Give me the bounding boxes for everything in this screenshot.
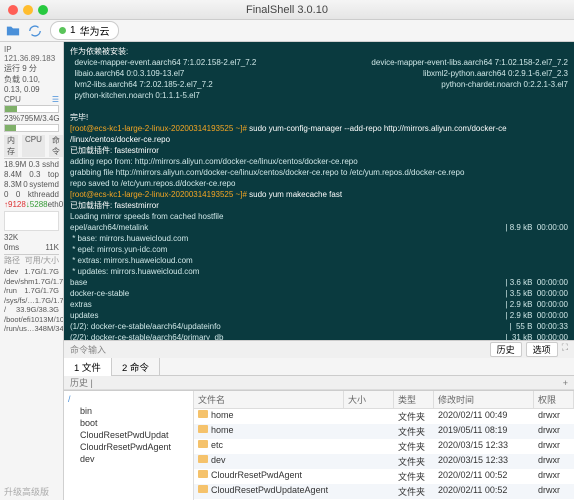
file-row[interactable]: home文件夹2019/05/11 08:19drwxr bbox=[194, 424, 574, 439]
path-row: /sys/fs/…1.7G/1.7G bbox=[4, 296, 59, 305]
net-dn: ↓5288 bbox=[26, 200, 48, 209]
net-if: eth0 bbox=[48, 200, 64, 209]
col-perm[interactable]: 权限 bbox=[534, 391, 574, 408]
path-row: /dev1.7G/1.7G bbox=[4, 267, 59, 276]
terminal-bar: 命令输入 历史 选项 ⛶ bbox=[64, 340, 574, 358]
tree-item[interactable]: / bbox=[66, 393, 191, 405]
path-row: /33.9G/38.3G bbox=[4, 305, 59, 314]
proc-row: 8.4M0.3top bbox=[4, 170, 59, 179]
file-row[interactable]: CloudrResetPwdAgent文件夹2020/02/11 00:52dr… bbox=[194, 469, 574, 484]
tab-commands[interactable]: 2 命令 bbox=[112, 358, 160, 376]
window-title: FinalShell 3.0.10 bbox=[246, 4, 328, 16]
file-tabs: 1 文件 2 命令 bbox=[64, 358, 574, 376]
path-row: /boot/efi1013M/1022M bbox=[4, 315, 59, 324]
col-name[interactable]: 文件名 bbox=[194, 391, 344, 408]
file-row[interactable]: dev文件夹2020/03/15 12:33drwxr bbox=[194, 454, 574, 469]
cmd-input-label[interactable]: 命令输入 bbox=[70, 343, 106, 356]
folder-icon bbox=[198, 425, 208, 433]
session-tab[interactable]: 1 华为云 bbox=[50, 21, 119, 40]
tree-item[interactable]: CloudResetPwdUpdat bbox=[66, 429, 191, 441]
toolbar: 1 华为云 bbox=[0, 20, 574, 42]
col-mem: 内存 bbox=[4, 135, 18, 157]
file-row[interactable]: CloudResetPwdUpdateAgent文件夹2020/02/11 00… bbox=[194, 484, 574, 499]
options-button[interactable]: 选项 bbox=[526, 342, 558, 357]
history-button[interactable]: 历史 bbox=[490, 342, 522, 357]
add-button[interactable]: + bbox=[563, 378, 568, 388]
col-cpu: CPU bbox=[22, 135, 45, 157]
tree-item[interactable]: bin bbox=[66, 405, 191, 417]
cpu-pct: 23% bbox=[4, 114, 20, 123]
path-history[interactable]: 历史 | bbox=[70, 376, 93, 389]
proc-row: 18.9M0.3sshd bbox=[4, 160, 59, 169]
file-row[interactable]: etc文件夹2020/03/15 12:33drwxr bbox=[194, 439, 574, 454]
tree-item[interactable]: boot bbox=[66, 417, 191, 429]
mem-used: 795M/3.4G bbox=[20, 114, 60, 123]
tab-name: 华为云 bbox=[80, 23, 110, 38]
path-hdr: 路径 bbox=[4, 255, 20, 266]
tab-num: 1 bbox=[70, 25, 76, 36]
sidebar: IP 121.36.89.183 运行 9 分 负载 0.10, 0.13, 0… bbox=[0, 42, 64, 500]
folder-icon bbox=[198, 440, 208, 448]
col-type[interactable]: 类型 bbox=[394, 391, 434, 408]
cpu-bar bbox=[4, 105, 59, 113]
expand-icon[interactable]: ⛶ bbox=[562, 342, 568, 357]
load: 负载 0.10, 0.13, 0.09 bbox=[4, 74, 59, 94]
folder-icon bbox=[198, 470, 208, 478]
folder-icon bbox=[198, 410, 208, 418]
upgrade-link[interactable]: 升级高级版 bbox=[4, 485, 49, 498]
path-row: /run1.7G/1.7G bbox=[4, 286, 59, 295]
folder-icon bbox=[198, 455, 208, 463]
tree-item[interactable]: dev bbox=[66, 453, 191, 465]
proc-row: 8.3M0systemd bbox=[4, 180, 59, 189]
uptime: 运行 9 分 bbox=[4, 63, 59, 74]
col-size[interactable]: 大小 bbox=[344, 391, 394, 408]
net-up: ↑9128 bbox=[4, 200, 26, 209]
titlebar: FinalShell 3.0.10 bbox=[0, 0, 574, 20]
tab-files[interactable]: 1 文件 bbox=[64, 358, 112, 376]
folder-tree[interactable]: /binbootCloudResetPwdUpdatCloudrResetPwd… bbox=[64, 391, 194, 500]
close-icon[interactable] bbox=[8, 5, 18, 15]
proc-row: 00kthreadd bbox=[4, 190, 59, 199]
net-sparkline bbox=[4, 211, 59, 231]
cpu-label: CPU bbox=[4, 95, 21, 104]
traffic-lights bbox=[0, 5, 48, 15]
file-row[interactable]: home文件夹2020/02/11 00:49drwxr bbox=[194, 409, 574, 424]
minimize-icon[interactable] bbox=[23, 5, 33, 15]
path-row: /run/us…348M/348M bbox=[4, 324, 59, 333]
zoom-icon[interactable] bbox=[38, 5, 48, 15]
col-mtime[interactable]: 修改时间 bbox=[434, 391, 534, 408]
terminal[interactable]: 作为依赖被安装: device-mapper-event.aarch64 7:1… bbox=[64, 42, 574, 340]
path-row: /dev/shm1.7G/1.7G bbox=[4, 277, 59, 286]
col-cmd: 命令 bbox=[49, 135, 63, 157]
tree-item[interactable]: CloudrResetPwdAgent bbox=[66, 441, 191, 453]
status-dot-icon bbox=[59, 27, 66, 34]
folder-icon[interactable] bbox=[6, 24, 20, 38]
folder-icon bbox=[198, 485, 208, 493]
sync-icon[interactable] bbox=[28, 24, 42, 38]
mem-bar bbox=[4, 124, 59, 132]
ip-label: IP 121.36.89.183 bbox=[4, 45, 59, 63]
file-list[interactable]: 文件名 大小 类型 修改时间 权限 home文件夹2020/02/11 00:4… bbox=[194, 391, 574, 500]
